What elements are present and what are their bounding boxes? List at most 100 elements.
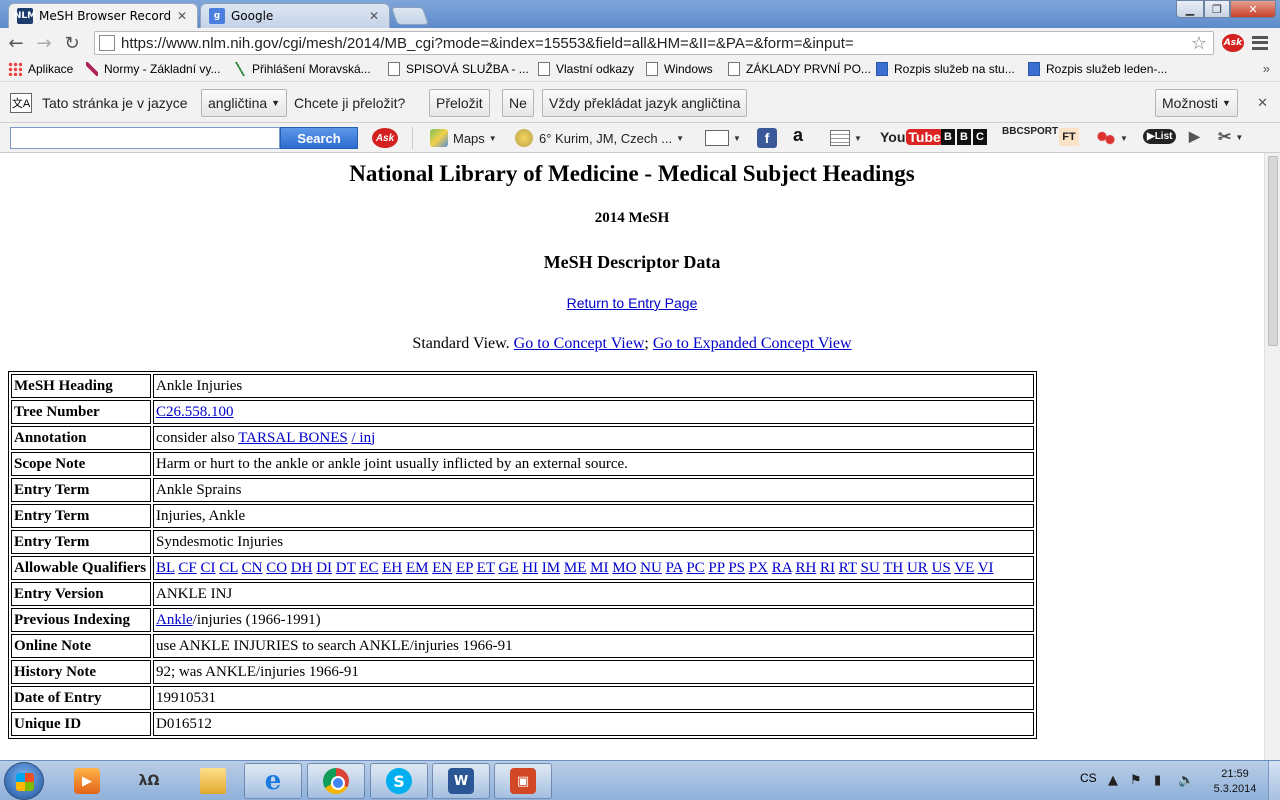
show-desktop-button[interactable] (1268, 761, 1280, 800)
tree-number-link[interactable]: C26.558.100 (156, 404, 234, 420)
tab-google[interactable]: g Google ✕ (200, 3, 390, 28)
ft-button[interactable]: FT (1059, 128, 1079, 146)
bookmark-vlastni[interactable]: Vlastní odkazy (538, 62, 634, 76)
taskbar-internet-explorer[interactable]: e (244, 763, 302, 799)
bookmark-apps[interactable]: Aplikace (8, 62, 73, 76)
tab-close-icon[interactable]: ✕ (175, 9, 189, 23)
close-window-button[interactable]: ✕ (1230, 0, 1276, 18)
qualifier-link-hi[interactable]: HI (522, 560, 538, 576)
qualifier-link-cl[interactable]: CL (219, 560, 238, 576)
qualifier-link-dh[interactable]: DH (291, 560, 313, 576)
toolbar-search-button[interactable]: Search (280, 127, 358, 149)
tab-mesh-browser[interactable]: NLM MeSH Browser Record ✕ (8, 3, 198, 28)
games-button[interactable]: ▼ (1096, 130, 1128, 146)
bookmark-windows[interactable]: Windows (646, 62, 713, 76)
qualifier-link-ve[interactable]: VE (954, 560, 974, 576)
qualifier-link-vi[interactable]: VI (978, 560, 994, 576)
qualifier-link-me[interactable]: ME (564, 560, 587, 576)
maps-button[interactable]: Maps ▼ (430, 129, 497, 147)
inj-link[interactable]: inj (356, 430, 375, 446)
always-translate-button[interactable]: Vždy překládat jazyk angličtina (542, 89, 748, 117)
toolbar-tools-button[interactable]: ✂ ▼ (1218, 127, 1243, 147)
qualifier-link-ps[interactable]: PS (728, 560, 745, 576)
address-bar[interactable]: https://www.nlm.nih.gov/cgi/mesh/2014/MB… (94, 31, 1214, 55)
input-language-indicator[interactable]: CS (1080, 771, 1097, 785)
vertical-scrollbar[interactable] (1264, 153, 1280, 760)
reload-icon[interactable]: ↻ (60, 31, 84, 55)
taskbar-language[interactable]: λΩ (120, 763, 178, 799)
bbc-button[interactable]: BBC (941, 129, 987, 145)
qualifier-link-mo[interactable]: MO (612, 560, 636, 576)
qualifier-link-cn[interactable]: CN (242, 560, 263, 576)
qualifier-link-pa[interactable]: PA (666, 560, 683, 576)
taskbar-chrome[interactable] (307, 763, 365, 799)
amazon-button[interactable]: a (793, 125, 803, 146)
no-button[interactable]: Ne (502, 89, 534, 117)
address-url[interactable]: https://www.nlm.nih.gov/cgi/mesh/2014/MB… (121, 35, 1191, 52)
translate-button[interactable]: Přeložit (429, 89, 490, 117)
tarsal-bones-link[interactable]: TARSAL BONES (238, 430, 348, 446)
bbc-sport-button[interactable]: BBC SPORT (1002, 127, 1058, 137)
ankle-link[interactable]: Ankle (156, 612, 193, 628)
power-icon[interactable]: ▮ (1154, 773, 1161, 788)
listen-button[interactable]: ▶ List (1143, 129, 1177, 144)
scrollbar-thumb[interactable] (1268, 156, 1278, 346)
close-icon[interactable]: ✕ (1257, 95, 1268, 111)
ask-logo-icon[interactable]: Ask (372, 128, 398, 148)
volume-icon[interactable]: 🔈 (1178, 773, 1194, 788)
bookmark-normy[interactable]: Normy - Základní vy... (86, 62, 220, 76)
qualifier-link-di[interactable]: DI (316, 560, 332, 576)
new-tab-button[interactable] (390, 7, 430, 25)
start-button[interactable] (4, 762, 44, 800)
taskbar-word[interactable]: W (432, 763, 490, 799)
qualifier-link-px[interactable]: PX (749, 560, 768, 576)
bookmarks-more-icon[interactable]: » (1263, 61, 1270, 76)
action-center-flag-icon[interactable]: ⚑ (1130, 773, 1142, 788)
qualifier-link-cf[interactable]: CF (178, 560, 196, 576)
qualifier-link-ge[interactable]: GE (498, 560, 518, 576)
options-button[interactable]: Možnosti ▼ (1155, 89, 1238, 117)
chrome-menu-icon[interactable] (1252, 36, 1268, 50)
qualifier-link-rt[interactable]: RT (839, 560, 857, 576)
return-to-entry-link[interactable]: Return to Entry Page (567, 295, 698, 311)
system-clock[interactable]: 21:59 5.3.2014 (1208, 767, 1262, 797)
qualifier-link-rh[interactable]: RH (795, 560, 816, 576)
qualifier-link-ep[interactable]: EP (456, 560, 473, 576)
taskbar-explorer[interactable] (184, 763, 242, 799)
qualifier-link-dt[interactable]: DT (336, 560, 356, 576)
qualifier-link-im[interactable]: IM (542, 560, 560, 576)
back-arrow-icon[interactable]: ← (4, 31, 28, 55)
bookmark-rozpis-leden[interactable]: Rozpis služeb leden-... (1028, 62, 1167, 76)
qualifier-link-co[interactable]: CO (266, 560, 287, 576)
maximize-button[interactable]: ❐ (1204, 0, 1230, 18)
taskbar-skype[interactable]: S (370, 763, 428, 799)
concept-view-link[interactable]: Go to Concept View (514, 335, 645, 352)
qualifier-link-mi[interactable]: MI (590, 560, 608, 576)
qualifier-link-nu[interactable]: NU (640, 560, 662, 576)
bookmark-prihlaseni[interactable]: Přihlášení Moravská... (234, 62, 371, 76)
qualifier-link-ci[interactable]: CI (200, 560, 215, 576)
mail-button[interactable]: ▼ (705, 130, 741, 146)
qualifier-link-ur[interactable]: UR (907, 560, 928, 576)
youtube-button[interactable]: You Tube (880, 129, 943, 145)
forward-arrow-icon[interactable]: → (32, 31, 56, 55)
bookmark-zaklady[interactable]: ZÁKLADY PRVNÍ PO... (728, 62, 871, 76)
taskbar-media-player[interactable]: ▶ (58, 763, 116, 799)
language-select[interactable]: angličtina ▼ (201, 89, 288, 117)
weather-button[interactable]: 6° Kurim, JM, Czech ... ▼ (515, 129, 684, 147)
toolbar-scroll-right[interactable]: ▶ (1189, 128, 1200, 145)
tab-close-icon[interactable]: ✕ (367, 9, 381, 23)
toolbar-search-input[interactable] (10, 127, 280, 149)
qualifier-link-pp[interactable]: PP (708, 560, 724, 576)
expanded-concept-view-link[interactable]: Go to Expanded Concept View (653, 335, 852, 352)
bookmark-star-icon[interactable]: ☆ (1191, 33, 1207, 54)
qualifier-link-ec[interactable]: EC (359, 560, 378, 576)
taskbar-presentation[interactable]: ▣ (494, 763, 552, 799)
bookmark-spisova[interactable]: SPISOVÁ SLUŽBA - ... (388, 62, 529, 76)
qualifier-link-us[interactable]: US (932, 560, 951, 576)
qualifier-link-th[interactable]: TH (883, 560, 903, 576)
qualifier-link-ri[interactable]: RI (820, 560, 835, 576)
news-button[interactable]: ▼ (830, 130, 862, 146)
qualifier-link-pc[interactable]: PC (686, 560, 704, 576)
minimize-button[interactable]: ▁ (1176, 0, 1204, 18)
